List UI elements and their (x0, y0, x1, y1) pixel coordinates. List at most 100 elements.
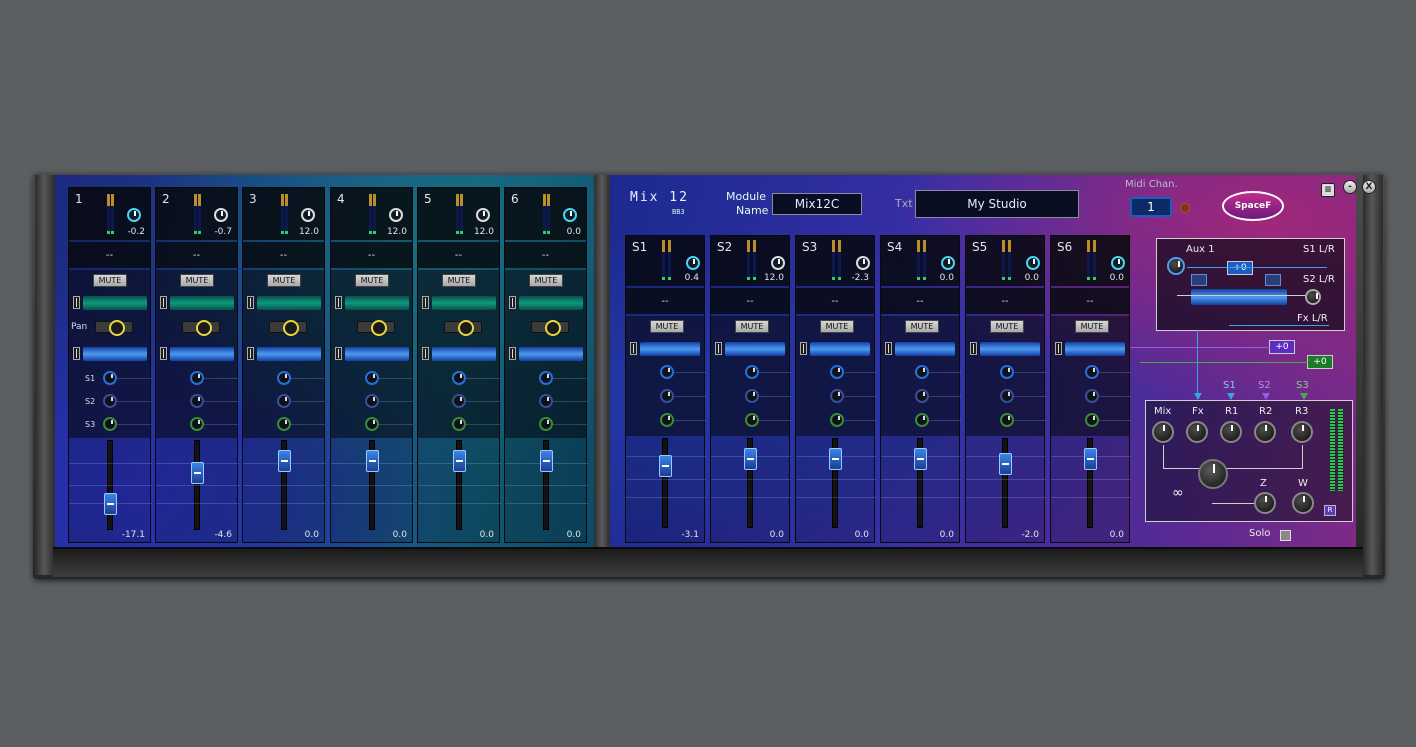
send-s1-knob[interactable] (190, 371, 204, 385)
send-s1-knob[interactable] (830, 365, 844, 379)
pan-knob[interactable] (444, 320, 482, 336)
gain-knob[interactable] (214, 208, 228, 222)
send-s1-knob[interactable] (365, 371, 379, 385)
send-s2-knob[interactable] (190, 394, 204, 408)
route-selector[interactable]: -- (966, 296, 1044, 307)
eq-handle[interactable] (509, 296, 516, 309)
r-button[interactable]: R (1324, 505, 1336, 516)
mute-button[interactable]: MUTE (990, 320, 1024, 333)
send-s2-knob[interactable] (830, 389, 844, 403)
volume-fader[interactable] (278, 450, 291, 472)
send-s2-knob[interactable] (915, 389, 929, 403)
send-s2-knob[interactable] (745, 389, 759, 403)
volume-fader[interactable] (104, 493, 117, 515)
insert-eq-bar[interactable] (170, 296, 234, 310)
dyn-handle[interactable] (970, 342, 977, 355)
dynamics-bar[interactable] (83, 347, 147, 361)
insert-eq-bar[interactable] (257, 296, 321, 310)
insert-eq-bar[interactable] (83, 296, 147, 310)
send-s1-knob[interactable] (1085, 365, 1099, 379)
send-s3-knob[interactable] (365, 417, 379, 431)
aux-send-knob[interactable] (1167, 257, 1185, 275)
dyn-handle[interactable] (247, 347, 254, 360)
mute-button[interactable]: MUTE (735, 320, 769, 333)
send-s2-knob[interactable] (277, 394, 291, 408)
dynamics-bar[interactable] (725, 342, 785, 356)
volume-fader[interactable] (914, 448, 927, 470)
mute-button[interactable]: MUTE (650, 320, 684, 333)
aux-level-bar[interactable] (1191, 289, 1287, 305)
close-button[interactable]: X (1362, 180, 1376, 194)
send-s2-knob[interactable] (103, 394, 117, 408)
dyn-handle[interactable] (630, 342, 637, 355)
volume-fader[interactable] (540, 450, 553, 472)
route-selector[interactable]: -- (243, 250, 324, 261)
mute-button[interactable]: MUTE (355, 274, 389, 287)
dyn-handle[interactable] (73, 347, 80, 360)
return-level-purple[interactable]: +0 (1269, 340, 1295, 354)
send-s2-knob[interactable] (452, 394, 466, 408)
pan-knob[interactable] (531, 320, 569, 336)
copy-icon[interactable]: ≡ (1321, 183, 1335, 197)
send-s3-knob[interactable] (660, 413, 674, 427)
gain-knob[interactable] (1111, 256, 1125, 270)
eq-handle[interactable] (160, 296, 167, 309)
send-s2-knob[interactable] (1085, 389, 1099, 403)
send-s1-knob[interactable] (539, 371, 553, 385)
dyn-handle[interactable] (1055, 342, 1062, 355)
dynamics-bar[interactable] (519, 347, 583, 361)
dynamics-bar[interactable] (895, 342, 955, 356)
route-selector[interactable]: -- (156, 250, 237, 261)
route-selector[interactable]: -- (796, 296, 874, 307)
volume-fader[interactable] (453, 450, 466, 472)
volume-fader[interactable] (191, 462, 204, 484)
volume-fader[interactable] (366, 450, 379, 472)
aux-switch-1[interactable] (1191, 274, 1207, 286)
s2-send-knob[interactable] (1305, 289, 1321, 305)
send-s1-knob[interactable] (103, 371, 117, 385)
module-name-input[interactable]: Mix12C (772, 193, 862, 215)
gain-knob[interactable] (389, 208, 403, 222)
r2-knob[interactable] (1254, 421, 1276, 443)
dyn-handle[interactable] (509, 347, 516, 360)
mute-button[interactable]: MUTE (267, 274, 301, 287)
pan-knob[interactable] (182, 320, 220, 336)
aux-switch-2[interactable] (1265, 274, 1281, 286)
send-s3-knob[interactable] (539, 417, 553, 431)
dynamics-bar[interactable] (257, 347, 321, 361)
insert-eq-bar[interactable] (519, 296, 583, 310)
link-icon[interactable]: ∞ (1172, 485, 1184, 501)
send-s1-knob[interactable] (1000, 365, 1014, 379)
mix-knob[interactable] (1152, 421, 1174, 443)
eq-handle[interactable] (247, 296, 254, 309)
dyn-handle[interactable] (160, 347, 167, 360)
route-selector[interactable]: -- (626, 296, 704, 307)
gain-knob[interactable] (301, 208, 315, 222)
volume-fader[interactable] (659, 455, 672, 477)
eq-handle[interactable] (422, 296, 429, 309)
gain-knob[interactable] (476, 208, 490, 222)
solo-toggle[interactable] (1280, 530, 1291, 541)
dynamics-bar[interactable] (810, 342, 870, 356)
send-s3-knob[interactable] (103, 417, 117, 431)
return-level-green[interactable]: +0 (1307, 355, 1333, 369)
route-selector[interactable]: -- (69, 250, 150, 261)
volume-fader[interactable] (744, 448, 757, 470)
r3-knob[interactable] (1291, 421, 1313, 443)
dynamics-bar[interactable] (170, 347, 234, 361)
mute-button[interactable]: MUTE (820, 320, 854, 333)
mute-button[interactable]: MUTE (529, 274, 563, 287)
fx-knob[interactable] (1186, 421, 1208, 443)
route-selector[interactable]: -- (505, 250, 586, 261)
gain-knob[interactable] (941, 256, 955, 270)
minimize-button[interactable]: - (1343, 180, 1357, 194)
send-s3-knob[interactable] (745, 413, 759, 427)
insert-eq-bar[interactable] (432, 296, 496, 310)
w-knob[interactable] (1292, 492, 1314, 514)
gain-knob[interactable] (127, 208, 141, 222)
dynamics-bar[interactable] (345, 347, 409, 361)
dyn-handle[interactable] (800, 342, 807, 355)
pan-knob[interactable] (95, 320, 133, 336)
mute-button[interactable]: MUTE (1075, 320, 1109, 333)
eq-handle[interactable] (335, 296, 342, 309)
